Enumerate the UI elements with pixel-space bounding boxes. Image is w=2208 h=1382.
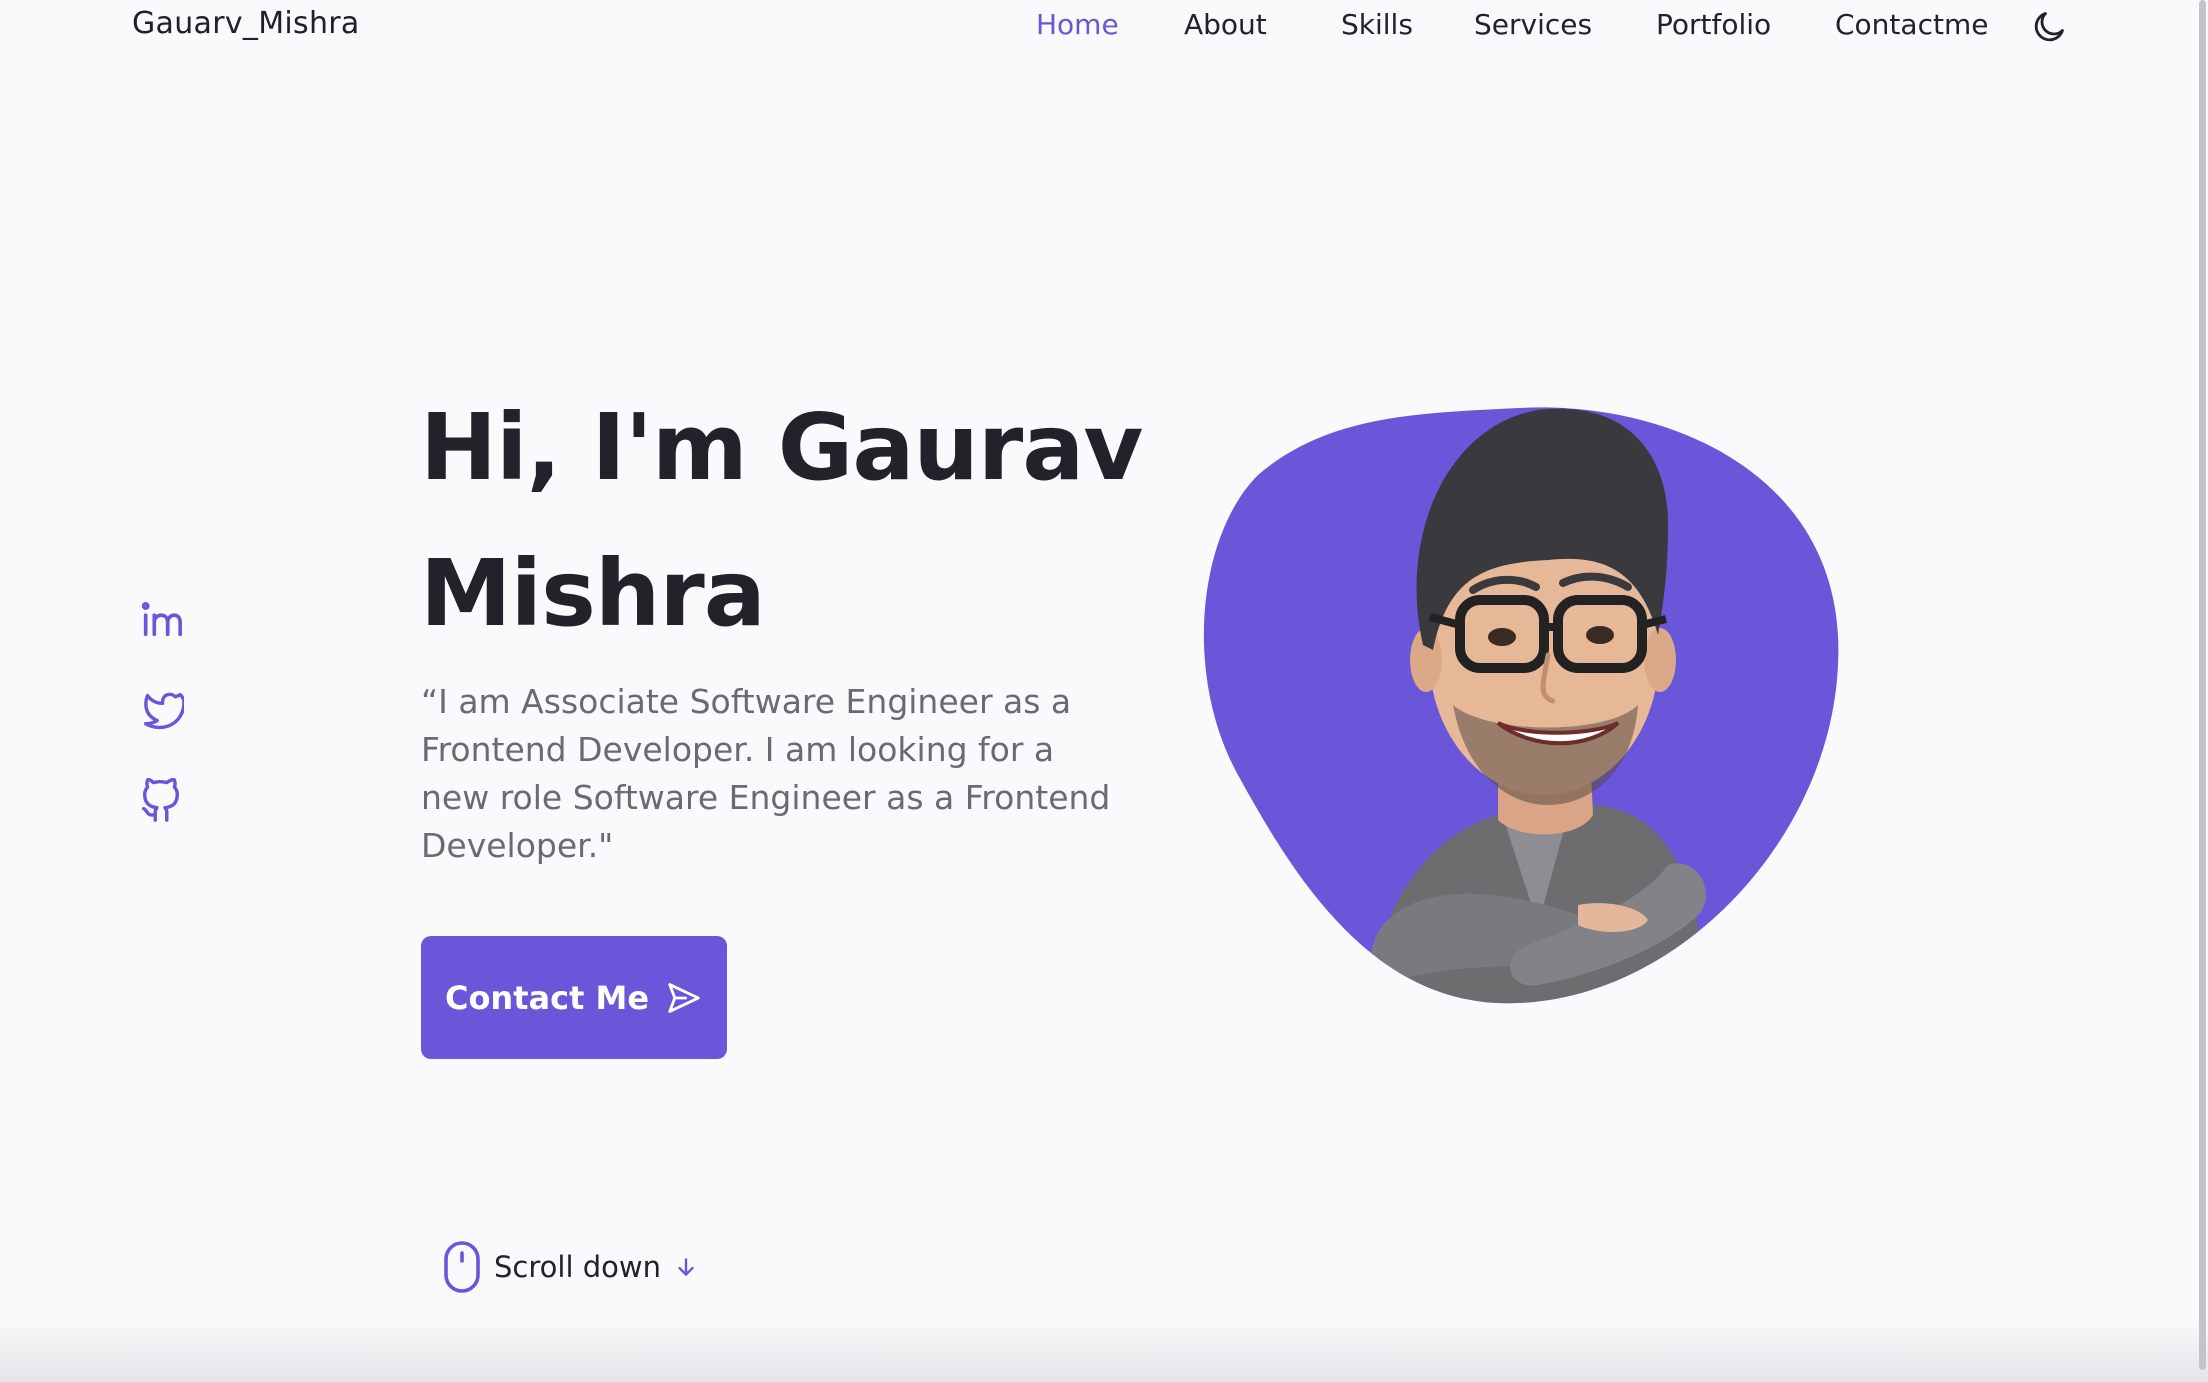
footer-shadow: [0, 1318, 2208, 1382]
nav-portfolio[interactable]: Portfolio: [1656, 8, 1771, 41]
moon-icon: [2034, 12, 2064, 42]
contact-button-label: Contact Me: [444, 978, 650, 1017]
avatar-image: [1203, 407, 1839, 1004]
page-scrollbar[interactable]: [2198, 0, 2208, 1382]
twitter-icon: [143, 692, 186, 730]
scroll-down-link[interactable]: Scroll down: [442, 1238, 699, 1296]
contact-me-button[interactable]: Contact Me: [421, 936, 727, 1059]
github-icon: [142, 777, 180, 822]
twitter-link[interactable]: [138, 686, 186, 732]
nav-contactme[interactable]: Contactme: [1835, 8, 1988, 41]
arrow-down-icon: [678, 1258, 694, 1276]
nav-skills[interactable]: Skills: [1341, 8, 1413, 41]
linkedin-link[interactable]: [138, 596, 184, 642]
linkedin-icon: [141, 602, 182, 637]
nav-home[interactable]: Home: [1036, 8, 1119, 41]
hero-description: “I am Associate Software Engineer as a F…: [421, 682, 1111, 865]
github-link[interactable]: [138, 777, 184, 824]
hero-title: Hi, I'm Gaurav Mishra: [420, 394, 1143, 647]
mouse-icon: [444, 1241, 480, 1293]
scrollbar-thumb[interactable]: [2199, 0, 2206, 1370]
nav-services[interactable]: Services: [1474, 8, 1592, 41]
scroll-down-label: Scroll down: [494, 1250, 661, 1284]
site-logo[interactable]: Gauarv_Mishra: [132, 6, 360, 41]
nav-about[interactable]: About: [1184, 8, 1267, 41]
send-icon: [668, 982, 700, 1013]
theme-toggle-button[interactable]: [2030, 8, 2068, 46]
site-header: Gauarv_Mishra Home About Skills Services…: [0, 0, 2208, 58]
hero-avatar-image: [1198, 405, 1840, 1005]
